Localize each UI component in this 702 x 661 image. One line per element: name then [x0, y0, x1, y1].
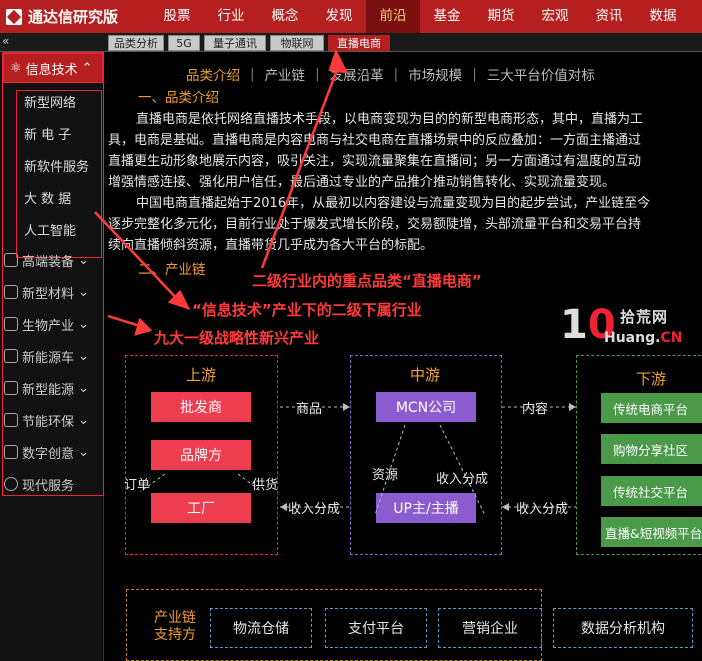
annotation-primary-industry: 九大一级战略性新兴产业 — [154, 329, 320, 347]
label-share-left: 收入分成 — [288, 502, 341, 517]
label-goods: 商品 — [296, 402, 323, 417]
label-supply: 供货 — [252, 478, 279, 493]
label-share-mid: 收入分成 — [436, 472, 489, 487]
support-title: 产业链 支持方 — [154, 610, 196, 643]
label-share-right: 收入分成 — [516, 502, 569, 517]
app-window: 通达信研究版 股票 行业 概念 发现 前沿 基金 期货 宏观 资讯 数据 « 品… — [0, 0, 702, 661]
diagram-connectors — [94, 48, 576, 516]
label-order: 订单 — [124, 478, 151, 493]
support-marketing: 营销企业 — [438, 608, 542, 648]
label-content: 内容 — [522, 402, 549, 417]
annotation-key-category: 二级行业内的重点品类“直播电商” — [252, 272, 482, 290]
annotation-sub-industry: “信息技术”产业下的二级下属行业 — [192, 301, 422, 319]
support-analytics: 数据分析机构 — [553, 608, 693, 648]
support-logistics: 物流仓储 — [210, 608, 312, 648]
support-payment: 支付平台 — [325, 608, 427, 648]
label-resource: 资源 — [372, 468, 399, 483]
